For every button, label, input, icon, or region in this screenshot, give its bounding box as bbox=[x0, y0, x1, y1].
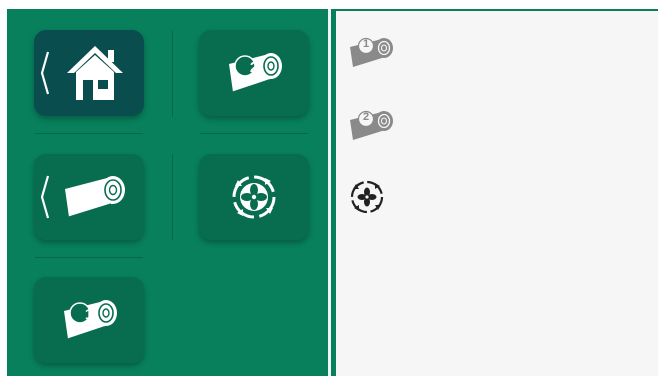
ventilation-fan-icon bbox=[232, 175, 276, 219]
roller-shutter-2-tile[interactable]: 2 bbox=[199, 30, 309, 116]
roller-shutter-icon bbox=[65, 176, 125, 218]
grid-divider bbox=[35, 133, 143, 134]
ventilation-item[interactable] bbox=[347, 177, 387, 217]
panel-divider bbox=[325, 9, 336, 376]
roller-shutter-2-item[interactable]: 2 bbox=[346, 106, 398, 146]
home-tile[interactable] bbox=[34, 30, 144, 116]
roller-shutter-1-tile[interactable]: 1 bbox=[34, 277, 144, 363]
badge-number: 2 bbox=[249, 59, 259, 76]
roller-shutter-1-item[interactable]: 1 bbox=[346, 33, 398, 73]
back-chevron-icon bbox=[40, 51, 50, 95]
ventilation-tile[interactable] bbox=[199, 154, 309, 240]
back-chevron-icon bbox=[40, 175, 50, 219]
divider-line bbox=[328, 9, 331, 376]
ventilation-fan-icon bbox=[350, 180, 384, 214]
navigation-panel: 2 1 bbox=[7, 9, 325, 376]
grid-divider bbox=[172, 31, 173, 117]
roller-shutters-group-tile[interactable] bbox=[34, 154, 144, 240]
badge-number: 2 bbox=[362, 111, 370, 123]
grid-divider bbox=[200, 133, 308, 134]
badge-number: 1 bbox=[84, 306, 94, 323]
grid-divider bbox=[35, 257, 143, 258]
badge-number: 1 bbox=[362, 38, 370, 50]
grid-divider bbox=[172, 154, 173, 240]
device-list-panel: 1 2 bbox=[336, 9, 658, 376]
home-icon bbox=[67, 46, 123, 100]
